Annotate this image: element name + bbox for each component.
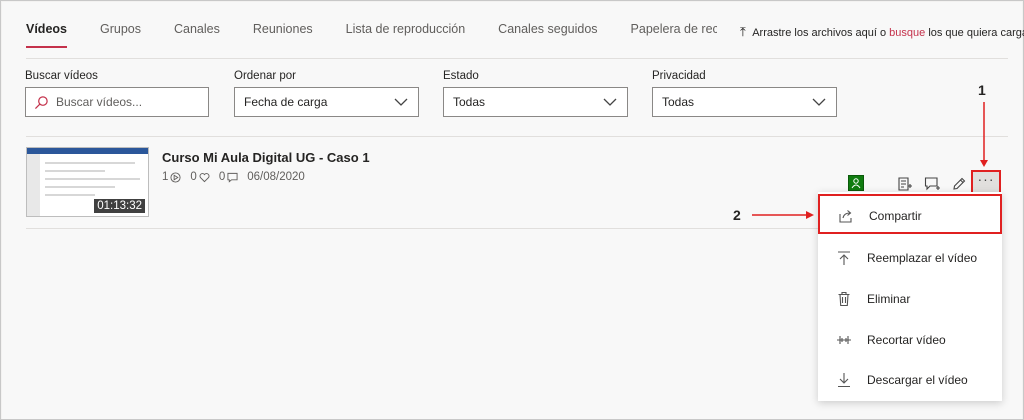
share-icon xyxy=(839,210,852,223)
chevron-down-icon xyxy=(394,98,408,106)
tab-groups[interactable]: Grupos xyxy=(100,22,141,50)
thumbnail-line xyxy=(45,170,105,172)
upload-hint-prefix: Arrastre los archivos aquí o xyxy=(752,27,887,39)
tab-followed-channels[interactable]: Canales seguidos xyxy=(498,22,597,50)
add-comment-icon[interactable] xyxy=(924,176,940,192)
upload-date: 06/08/2020 xyxy=(247,171,305,183)
play-circle-icon xyxy=(170,171,181,183)
tab-videos[interactable]: Vídeos xyxy=(26,22,67,50)
upload-arrow-icon: ⤒ xyxy=(740,24,746,39)
privacy-label: Privacidad xyxy=(652,70,706,82)
menu-item-trim-video[interactable]: Recortar vídeo xyxy=(818,320,1002,360)
comment-icon xyxy=(227,172,238,183)
menu-item-download-video[interactable]: Descargar el vídeo xyxy=(818,360,1002,400)
window-frame: Vídeos Grupos Canales Reuniones Lista de… xyxy=(0,0,1024,420)
privacy-select[interactable]: Todas xyxy=(652,87,837,117)
menu-item-replace-video[interactable]: Reemplazar el vídeo xyxy=(818,238,1002,278)
state-label: Estado xyxy=(443,70,479,82)
tab-meetings[interactable]: Reuniones xyxy=(253,22,313,50)
add-to-playlist-icon[interactable] xyxy=(897,176,913,192)
menu-item-label: Recortar vídeo xyxy=(867,333,946,347)
chevron-down-icon xyxy=(603,98,617,106)
browse-link[interactable]: busque xyxy=(889,27,925,39)
thumbnail-line xyxy=(45,178,140,180)
likes-value: 0 xyxy=(190,171,197,183)
annotation-label-1: 1 xyxy=(978,82,986,98)
annotation-label-2: 2 xyxy=(733,207,741,223)
upload-icon xyxy=(838,251,850,265)
filters-divider xyxy=(26,136,1008,137)
content-panel: Vídeos Grupos Canales Reuniones Lista de… xyxy=(2,2,1024,419)
trim-icon xyxy=(837,336,851,344)
video-title[interactable]: Curso Mi Aula Digital UG - Caso 1 xyxy=(162,150,370,165)
people-icon xyxy=(851,178,861,189)
menu-item-label: Compartir xyxy=(869,209,922,223)
comments-count: 0 xyxy=(219,171,238,183)
comments-value: 0 xyxy=(218,171,226,183)
edit-icon[interactable] xyxy=(951,176,967,192)
menu-item-label: Eliminar xyxy=(867,292,911,306)
tab-recycle-bin[interactable]: Papelera de reciclaje xyxy=(631,22,717,50)
menu-item-label: Reemplazar el vídeo xyxy=(867,251,978,265)
thumbnail-line xyxy=(45,186,115,188)
video-meta: 1 0 0 06/08/2020 xyxy=(162,171,305,183)
privacy-value: Todas xyxy=(662,95,695,109)
menu-item-delete[interactable]: Eliminar xyxy=(818,279,1002,319)
tabs-divider xyxy=(26,58,1008,59)
search-placeholder: Buscar vídeos... xyxy=(56,95,143,109)
thumbnail-line xyxy=(45,162,135,164)
sort-label: Ordenar por xyxy=(234,70,297,82)
sort-value: Fecha de carga xyxy=(244,95,328,109)
tab-bar: Vídeos Grupos Canales Reuniones Lista de… xyxy=(26,22,750,50)
search-input[interactable]: Buscar vídeos... xyxy=(25,87,209,117)
heart-icon xyxy=(199,172,210,182)
upload-hint-suffix: los que quiera cargar. xyxy=(928,27,1024,39)
menu-item-label: Descargar el vídeo xyxy=(867,373,968,387)
tab-channels[interactable]: Canales xyxy=(174,22,220,50)
search-icon xyxy=(34,96,48,110)
trash-icon xyxy=(838,291,850,307)
state-select[interactable]: Todas xyxy=(443,87,628,117)
state-value: Todas xyxy=(453,95,486,109)
thumbnail-line xyxy=(45,194,95,196)
upload-hint: ⤒ Arrastre los archivos aquí o busque lo… xyxy=(740,24,1024,40)
tab-playlists[interactable]: Lista de reproducción xyxy=(346,22,466,50)
status-badge[interactable] xyxy=(848,175,864,191)
context-menu: Compartir Reemplazar el vídeo Eliminar R… xyxy=(818,192,1002,401)
likes-count: 0 xyxy=(190,171,210,183)
video-thumbnail[interactable]: 01:13:32 xyxy=(26,147,149,217)
views-value: 1 xyxy=(162,171,169,183)
download-icon xyxy=(838,373,850,388)
row-divider xyxy=(26,228,822,229)
search-label: Buscar vídeos xyxy=(25,70,98,82)
sort-select[interactable]: Fecha de carga xyxy=(234,87,419,117)
chevron-down-icon xyxy=(812,98,826,106)
thumbnail-sidebar xyxy=(27,154,40,216)
thumbnail-topbar xyxy=(27,148,148,154)
views-count: 1 xyxy=(162,171,181,183)
menu-item-share[interactable]: Compartir xyxy=(818,194,1002,234)
video-duration: 01:13:32 xyxy=(94,199,145,213)
